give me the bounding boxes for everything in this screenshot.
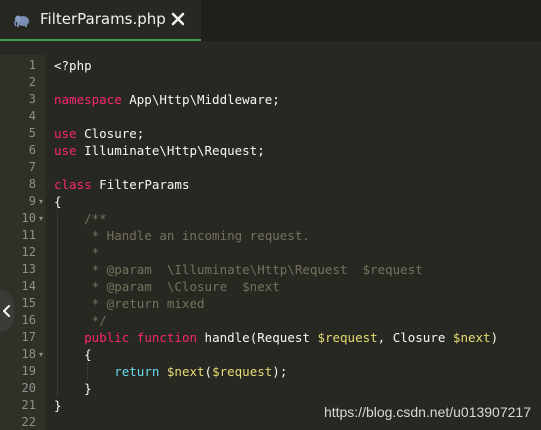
code-editor[interactable]: 1 <?php 2 3 namespace App\Http\Middleware; 4 5…	[0, 55, 541, 430]
code-line[interactable]: 10 ▾ /**	[0, 210, 541, 227]
line-number: 2	[28, 75, 36, 89]
code-line[interactable]: 1 <?php	[0, 57, 541, 74]
line-number: 9	[28, 194, 36, 208]
line-number: 22	[21, 415, 36, 429]
code-line[interactable]: 16 */	[0, 312, 541, 329]
code-text: /**	[54, 211, 107, 226]
code-text: return $next($request);	[114, 364, 288, 379]
line-number: 21	[21, 398, 36, 412]
tab-title: FilterParams.php	[40, 10, 166, 28]
line-number: 6	[28, 143, 36, 157]
line-number: 18	[21, 347, 36, 361]
code-line[interactable]: 5 use Closure;	[0, 125, 541, 142]
code-text: * @return mixed	[54, 296, 205, 311]
code-line[interactable]: 7	[0, 159, 541, 176]
indent-guide	[87, 363, 88, 380]
line-number: 7	[28, 160, 36, 174]
code-text: * @param \Closure $next	[54, 279, 280, 294]
code-line[interactable]: 11 * Handle an incoming request.	[0, 227, 541, 244]
code-text: *	[54, 245, 100, 260]
code-line[interactable]: 12 *	[0, 244, 541, 261]
code-line[interactable]: 3 namespace App\Http\Middleware;	[0, 91, 541, 108]
code-line[interactable]: 13 * @param \Illuminate\Http\Request $re…	[0, 261, 541, 278]
code-line[interactable]: 2	[0, 74, 541, 91]
close-icon[interactable]	[170, 11, 186, 27]
code-text: {	[54, 194, 62, 209]
code-line[interactable]: 17 public function handle(Request $reque…	[0, 329, 541, 346]
line-number: 12	[21, 245, 36, 259]
php-elephant-icon	[14, 13, 30, 27]
line-number: 13	[21, 262, 36, 276]
code-text: * @param \Illuminate\Http\Request $reque…	[54, 262, 423, 277]
code-line[interactable]: 9 ▾ {	[0, 193, 541, 210]
line-number: 8	[28, 177, 36, 191]
tab-bar: FilterParams.php	[0, 0, 541, 41]
code-line[interactable]: 20 }	[0, 380, 541, 397]
line-number: 17	[21, 330, 36, 344]
line-number: 4	[28, 109, 36, 123]
line-number: 10	[21, 211, 36, 225]
code-line[interactable]: 15 * @return mixed	[0, 295, 541, 312]
code-text: namespace App\Http\Middleware;	[54, 92, 280, 107]
fold-arrow-icon[interactable]: ▾	[39, 193, 43, 210]
code-text: }	[54, 381, 92, 396]
code-text: class FilterParams	[54, 177, 190, 192]
code-line[interactable]: 14 * @param \Closure $next	[0, 278, 541, 295]
indent-guide	[57, 210, 58, 397]
fold-arrow-icon[interactable]: ▾	[39, 210, 43, 227]
line-number: 19	[21, 364, 36, 378]
code-text: * Handle an incoming request.	[54, 228, 310, 243]
code-line[interactable]: 6 use Illuminate\Http\Request;	[0, 142, 541, 159]
line-number: 20	[21, 381, 36, 395]
code-text: use Illuminate\Http\Request;	[54, 143, 265, 158]
fold-arrow-icon[interactable]: ▾	[39, 346, 43, 363]
code-text: {	[54, 347, 92, 362]
line-number: 5	[28, 126, 36, 140]
code-text: <?php	[54, 58, 92, 73]
code-text: use Closure;	[54, 126, 145, 141]
code-line[interactable]: 8 class FilterParams	[0, 176, 541, 193]
code-text: }	[54, 398, 62, 413]
code-line[interactable]: 4	[0, 108, 541, 125]
line-number: 11	[21, 228, 36, 242]
chevron-left-icon	[3, 305, 10, 317]
code-text: */	[54, 313, 107, 328]
watermark: https://blog.csdn.net/u013907217	[323, 404, 531, 420]
line-number: 1	[28, 58, 36, 72]
code-line[interactable]: 18 ▾ {	[0, 346, 541, 363]
tab-filterparams[interactable]: FilterParams.php	[0, 0, 201, 41]
code-text: public function handle(Request $request,…	[84, 330, 499, 345]
code-line[interactable]: 19 return $next($request);	[0, 363, 541, 380]
line-number: 3	[28, 92, 36, 106]
